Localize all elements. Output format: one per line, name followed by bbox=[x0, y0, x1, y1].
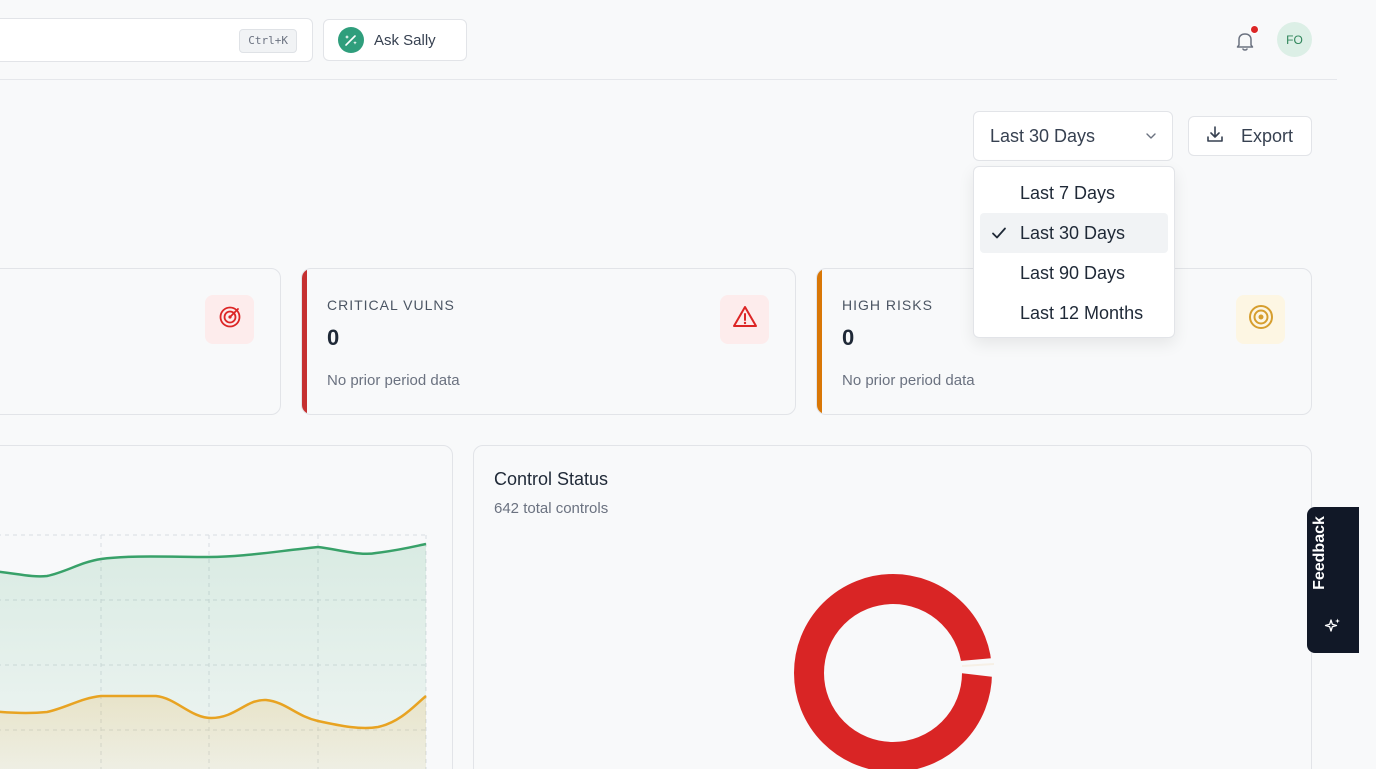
kpi-value: 0 bbox=[842, 325, 855, 350]
magic-wand-icon bbox=[338, 27, 364, 53]
control-status-panel: Control Status 642 total controls bbox=[473, 445, 1312, 769]
option-label: Last 90 Days bbox=[1020, 262, 1126, 283]
search-input[interactable]: Ctrl+K bbox=[0, 18, 313, 62]
kpi-title: HIGH RISKS bbox=[842, 297, 933, 313]
kpi-icon-box bbox=[1236, 295, 1285, 344]
alert-triangle-icon bbox=[731, 303, 759, 336]
export-label: Export bbox=[1241, 125, 1294, 146]
avatar[interactable]: FO bbox=[1277, 22, 1312, 57]
option-label: Last 12 Months bbox=[1020, 302, 1144, 323]
ask-sally-label: Ask Sally bbox=[374, 31, 436, 49]
period-option-90-days[interactable]: Last 90 Days bbox=[980, 253, 1168, 293]
feedback-tab[interactable]: Feedback bbox=[1307, 507, 1359, 653]
kpi-value: 0 bbox=[327, 325, 340, 350]
control-status-donut bbox=[794, 574, 995, 769]
card-accent-bar bbox=[302, 269, 307, 414]
notification-dot bbox=[1250, 25, 1259, 34]
kpi-subtext: No prior period data bbox=[842, 372, 975, 389]
radar-icon bbox=[217, 304, 243, 335]
kpi-subtext: No prior period data bbox=[327, 372, 460, 389]
target-icon bbox=[1247, 303, 1275, 336]
trend-chart-panel bbox=[0, 445, 453, 769]
check-icon bbox=[991, 225, 1007, 246]
kpi-title: CRITICAL VULNS bbox=[327, 297, 455, 313]
period-option-7-days[interactable]: Last 7 Days bbox=[980, 173, 1168, 213]
period-option-12-months[interactable]: Last 12 Months bbox=[980, 293, 1168, 333]
period-select[interactable]: Last 30 Days bbox=[973, 111, 1173, 161]
period-option-30-days[interactable]: Last 30 Days bbox=[980, 213, 1168, 253]
donut-segment-main bbox=[794, 574, 992, 769]
feedback-label: Feedback bbox=[1311, 516, 1328, 590]
kpi-card-critical-vulns: CRITICAL VULNS 0 No prior period data bbox=[301, 268, 796, 415]
chevron-down-icon bbox=[1144, 129, 1158, 148]
ask-sally-button[interactable]: Ask Sally bbox=[323, 19, 467, 61]
dashboard-page: Ctrl+K Ask Sally FO Last 30 Days Export … bbox=[0, 0, 1376, 769]
top-header: Ctrl+K Ask Sally FO bbox=[0, 0, 1337, 80]
option-label: Last 7 Days bbox=[1020, 182, 1116, 203]
search-shortcut-badge: Ctrl+K bbox=[239, 29, 297, 53]
download-icon bbox=[1205, 124, 1225, 149]
period-dropdown-menu: Last 7 Days Last 30 Days Last 90 Days La… bbox=[973, 166, 1175, 338]
kpi-icon-box bbox=[720, 295, 769, 344]
sparkles-icon bbox=[1324, 617, 1342, 640]
export-button[interactable]: Export bbox=[1188, 116, 1312, 156]
period-select-value: Last 30 Days bbox=[990, 125, 1096, 146]
option-label: Last 30 Days bbox=[1020, 222, 1126, 243]
kpi-icon-box bbox=[205, 295, 254, 344]
kpi-card-assets bbox=[0, 268, 281, 415]
card-accent-bar bbox=[817, 269, 822, 414]
trend-chart bbox=[0, 534, 427, 769]
